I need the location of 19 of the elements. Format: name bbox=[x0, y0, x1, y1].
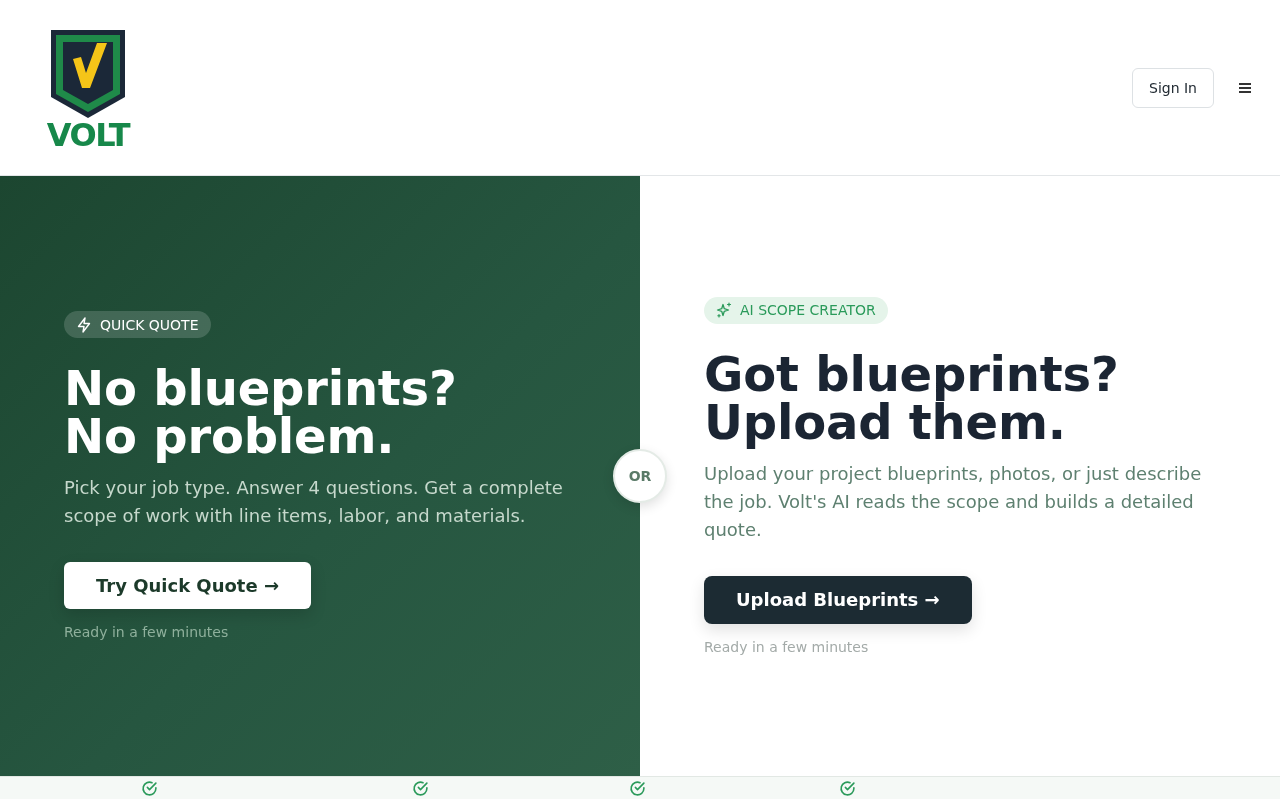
check-circle-icon bbox=[839, 780, 856, 797]
time-note: Ready in a few minutes bbox=[64, 624, 229, 641]
shield-check-icon bbox=[51, 29, 125, 118]
description: Pick your job type. Answer 4 questions. Get a complete scope of work with line items, labor, and materials. bbox=[64, 476, 564, 528]
time-note: Ready in a few minutes bbox=[704, 638, 869, 656]
upload-blueprints-button[interactable]: Upload Blueprints → bbox=[704, 575, 972, 624]
badge-label: AI SCOPE CREATOR bbox=[740, 302, 876, 318]
logo-wordmark: VOLT bbox=[46, 119, 130, 150]
menu-button[interactable] bbox=[1239, 82, 1251, 93]
badge-label: QUICK QUOTE bbox=[100, 316, 199, 333]
check-circle-icon bbox=[629, 780, 646, 797]
try-quick-quote-button[interactable]: Try Quick Quote → bbox=[64, 562, 311, 609]
sign-in-button[interactable]: Sign In bbox=[1132, 67, 1214, 108]
description: Upload your project blueprints, photos, or just describe the job. Volt's AI reads the scope and builds a detailed quote. bbox=[704, 461, 1203, 542]
sparkles-icon bbox=[716, 302, 732, 318]
lightning-icon bbox=[76, 316, 92, 333]
check-circle-icon bbox=[141, 780, 158, 797]
check-circle-icon bbox=[412, 780, 429, 797]
menu-icon bbox=[1239, 82, 1251, 93]
